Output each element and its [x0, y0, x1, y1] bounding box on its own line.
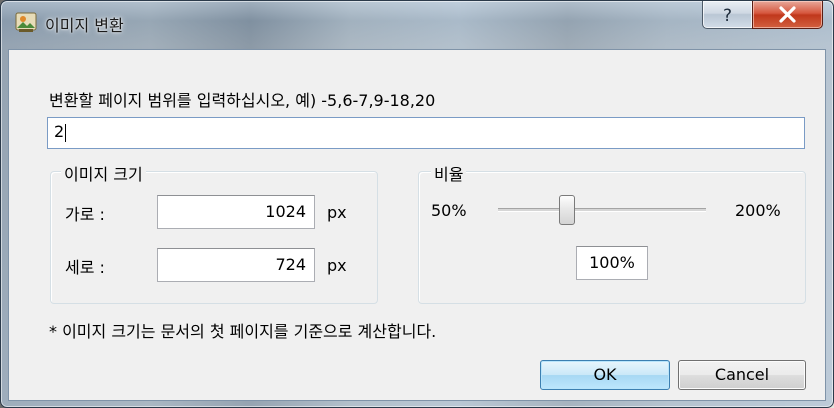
ratio-slider-thumb[interactable] [559, 195, 575, 225]
height-label: 세로 : [65, 258, 105, 277]
help-icon: ? [723, 6, 732, 26]
size-note: * 이미지 크기는 문서의 첫 페이지를 기준으로 계산합니다. [49, 322, 437, 341]
ratio-group-title: 비율 [431, 161, 467, 185]
image-size-group: 이미지 크기 [50, 161, 378, 304]
page-range-input[interactable]: 2 [47, 117, 805, 149]
image-size-group-title: 이미지 크기 [61, 161, 146, 185]
text-caret [65, 123, 67, 142]
ratio-group: 비율 [418, 161, 806, 304]
width-unit: px [327, 203, 347, 222]
title-bar[interactable]: 이미지 변환 ? [1, 1, 833, 49]
height-input[interactable]: 724 [157, 248, 315, 282]
width-input[interactable]: 1024 [157, 195, 315, 229]
close-icon [779, 6, 796, 23]
ratio-input[interactable]: 100% [576, 246, 648, 280]
height-unit: px [327, 256, 347, 275]
close-button[interactable] [752, 1, 823, 29]
range-prompt: 변환할 페이지 범위를 입력하십시오, 예) -5,6-7,9-18,20 [49, 91, 436, 110]
help-button[interactable]: ? [702, 1, 753, 29]
width-label: 가로 : [65, 205, 105, 224]
svg-text:?: ? [723, 6, 732, 26]
cancel-button[interactable]: Cancel [678, 360, 806, 390]
app-icon [15, 12, 37, 32]
ratio-min-label: 50% [431, 201, 467, 220]
window-title: 이미지 변환 [45, 16, 124, 35]
ratio-max-label: 200% [735, 201, 781, 220]
ratio-slider-track[interactable] [498, 208, 706, 212]
page-range-value: 2 [54, 122, 65, 141]
ok-button[interactable]: OK [540, 360, 670, 390]
